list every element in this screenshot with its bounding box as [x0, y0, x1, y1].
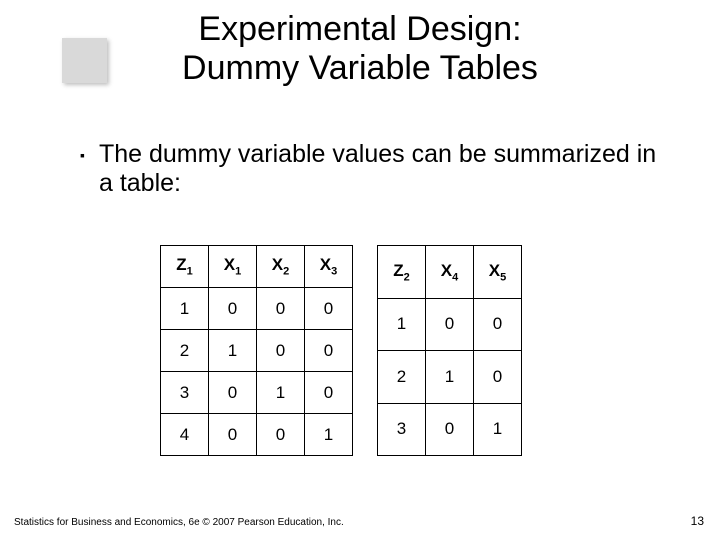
dummy-table-z2: Z2X4X5 100210301 [377, 245, 522, 456]
table-cell: 0 [305, 372, 353, 414]
table-header-row: Z1X1X2X3 [161, 246, 353, 288]
table-cell: 0 [305, 330, 353, 372]
table-row: 3010 [161, 372, 353, 414]
footer-attribution: Statistics for Business and Economics, 6… [14, 517, 344, 528]
table-cell: 0 [474, 351, 522, 404]
title-line-2: Dummy Variable Tables [182, 49, 538, 87]
table-cell: 2 [378, 351, 426, 404]
table-row: 2100 [161, 330, 353, 372]
table-cell: 2 [161, 330, 209, 372]
tables-container: Z1X1X2X3 1000210030104001 Z2X4X5 1002103… [160, 245, 522, 456]
table-header-cell: X3 [305, 246, 353, 288]
table-cell: 0 [209, 414, 257, 456]
page-number: 13 [691, 514, 704, 528]
title-line-1: Experimental Design: [198, 10, 521, 48]
table-header-cell: X1 [209, 246, 257, 288]
table-row: 100 [378, 298, 522, 351]
table-header-cell: Z2 [378, 246, 426, 299]
table-cell: 1 [474, 403, 522, 456]
table-cell: 1 [305, 414, 353, 456]
table-cell: 1 [209, 330, 257, 372]
table-row: 301 [378, 403, 522, 456]
table-cell: 0 [474, 298, 522, 351]
table-cell: 0 [426, 403, 474, 456]
table-cell: 0 [257, 414, 305, 456]
table-cell: 1 [257, 372, 305, 414]
table-row: 4001 [161, 414, 353, 456]
table-header-row: Z2X4X5 [378, 246, 522, 299]
table-cell: 1 [378, 298, 426, 351]
table-cell: 0 [257, 330, 305, 372]
table-cell: 3 [161, 372, 209, 414]
table-cell: 4 [161, 414, 209, 456]
table-cell: 0 [305, 288, 353, 330]
table-cell: 0 [209, 372, 257, 414]
table-header-cell: Z1 [161, 246, 209, 288]
bullet-item: ▪ The dummy variable values can be summa… [80, 140, 660, 198]
table-row: 1000 [161, 288, 353, 330]
slide-title: Experimental Design: Dummy Variable Tabl… [0, 10, 720, 88]
table-cell: 0 [426, 298, 474, 351]
table-row: 210 [378, 351, 522, 404]
bullet-text: The dummy variable values can be summari… [99, 140, 660, 198]
table-header-cell: X4 [426, 246, 474, 299]
table-header-cell: X5 [474, 246, 522, 299]
table-cell: 0 [257, 288, 305, 330]
table-cell: 1 [426, 351, 474, 404]
bullet-mark-icon: ▪ [80, 140, 85, 198]
table-cell: 3 [378, 403, 426, 456]
dummy-table-z1: Z1X1X2X3 1000210030104001 [160, 245, 353, 456]
table-header-cell: X2 [257, 246, 305, 288]
table-cell: 1 [161, 288, 209, 330]
table-cell: 0 [209, 288, 257, 330]
